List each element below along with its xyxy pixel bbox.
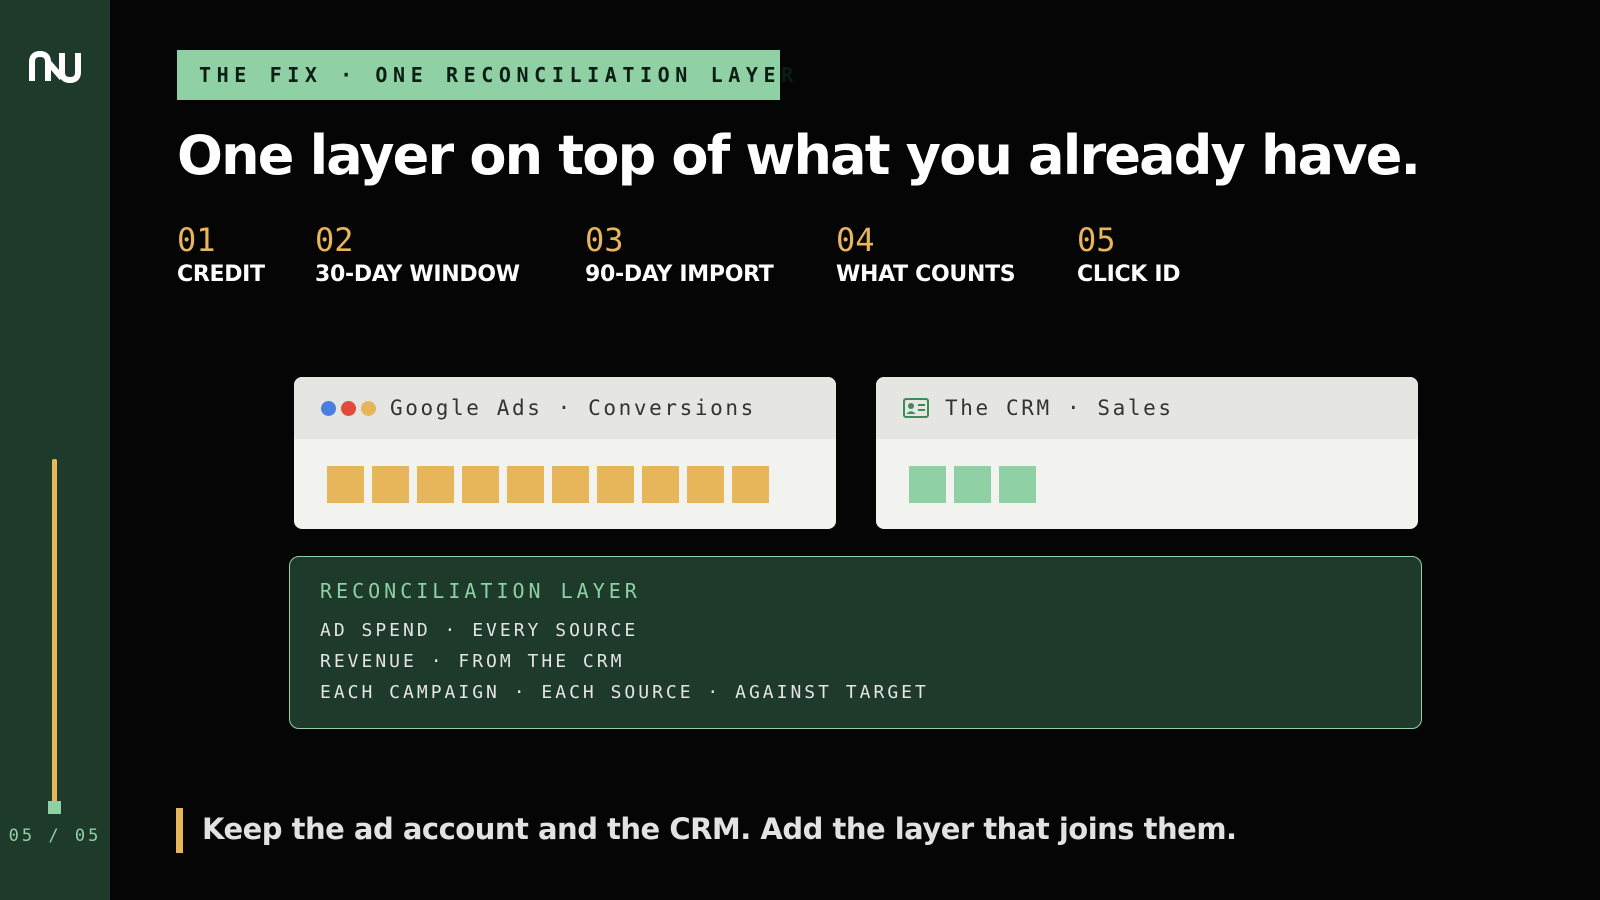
red-dot-icon: [341, 400, 356, 416]
reconciliation-line: EACH CAMPAIGN · EACH SOURCE · AGAINST TA…: [320, 682, 929, 703]
step-number: 05: [1077, 221, 1116, 259]
slide-progress-marker: [48, 801, 61, 814]
conversion-block: [462, 466, 499, 503]
conversion-block: [372, 466, 409, 503]
crm-card: The CRM · Sales: [876, 377, 1418, 529]
conversion-block: [552, 466, 589, 503]
step-label: WHAT COUNTS: [836, 262, 1016, 287]
slide-counter: 05 / 05: [8, 826, 102, 846]
conversion-block: [507, 466, 544, 503]
step-item: 05 CLICK ID: [1077, 220, 1181, 287]
blue-dot-icon: [321, 400, 336, 416]
google-ads-card-header: Google Ads · Conversions: [294, 377, 836, 439]
section-eyebrow: THE FIX · ONE RECONCILIATION LAYER: [177, 50, 793, 100]
page-title: One layer on top of what you already hav…: [177, 124, 1421, 187]
conversion-blocks: [294, 439, 836, 503]
sidebar: 05 / 05: [0, 0, 110, 900]
yellow-dot-icon: [361, 400, 376, 416]
brand-logo-icon: [29, 50, 81, 84]
step-label: CLICK ID: [1077, 262, 1181, 287]
reconciliation-layer-panel: RECONCILIATION LAYER AD SPEND · EVERY SO…: [289, 556, 1422, 729]
crm-card-header: The CRM · Sales: [876, 377, 1418, 439]
conversion-block: [642, 466, 679, 503]
conversion-block: [687, 466, 724, 503]
closing-statement: Keep the ad account and the CRM. Add the…: [202, 812, 1237, 846]
conversion-block: [597, 466, 634, 503]
conversion-block: [417, 466, 454, 503]
reconciliation-line: AD SPEND · EVERY SOURCE: [320, 620, 639, 641]
step-number: 03: [585, 221, 624, 259]
quote-accent-bar: [176, 808, 183, 853]
google-dots-icon: [321, 400, 376, 416]
google-ads-card-title: Google Ads · Conversions: [390, 396, 756, 420]
sale-block: [909, 466, 946, 503]
google-ads-card: Google Ads · Conversions: [294, 377, 836, 529]
reconciliation-layer-title: RECONCILIATION LAYER: [320, 579, 641, 603]
step-label: 30-DAY WINDOW: [315, 262, 520, 287]
slide-progress-bar: [52, 459, 57, 804]
sales-blocks: [876, 439, 1418, 503]
step-number: 02: [315, 221, 354, 259]
steps-row: 01 CREDIT 02 30-DAY WINDOW 03 90-DAY IMP…: [177, 220, 1277, 300]
crm-card-title: The CRM · Sales: [945, 396, 1174, 420]
step-label: CREDIT: [177, 262, 265, 287]
conversion-block: [732, 466, 769, 503]
step-item: 04 WHAT COUNTS: [836, 220, 1016, 287]
step-item: 03 90-DAY IMPORT: [585, 220, 774, 287]
contact-card-icon: [903, 398, 929, 418]
sale-block: [954, 466, 991, 503]
step-item: 01 CREDIT: [177, 220, 265, 287]
conversion-block: [327, 466, 364, 503]
step-item: 02 30-DAY WINDOW: [315, 220, 520, 287]
step-number: 01: [177, 221, 216, 259]
step-number: 04: [836, 221, 875, 259]
step-label: 90-DAY IMPORT: [585, 262, 774, 287]
reconciliation-line: REVENUE · FROM THE CRM: [320, 651, 625, 672]
sale-block: [999, 466, 1036, 503]
